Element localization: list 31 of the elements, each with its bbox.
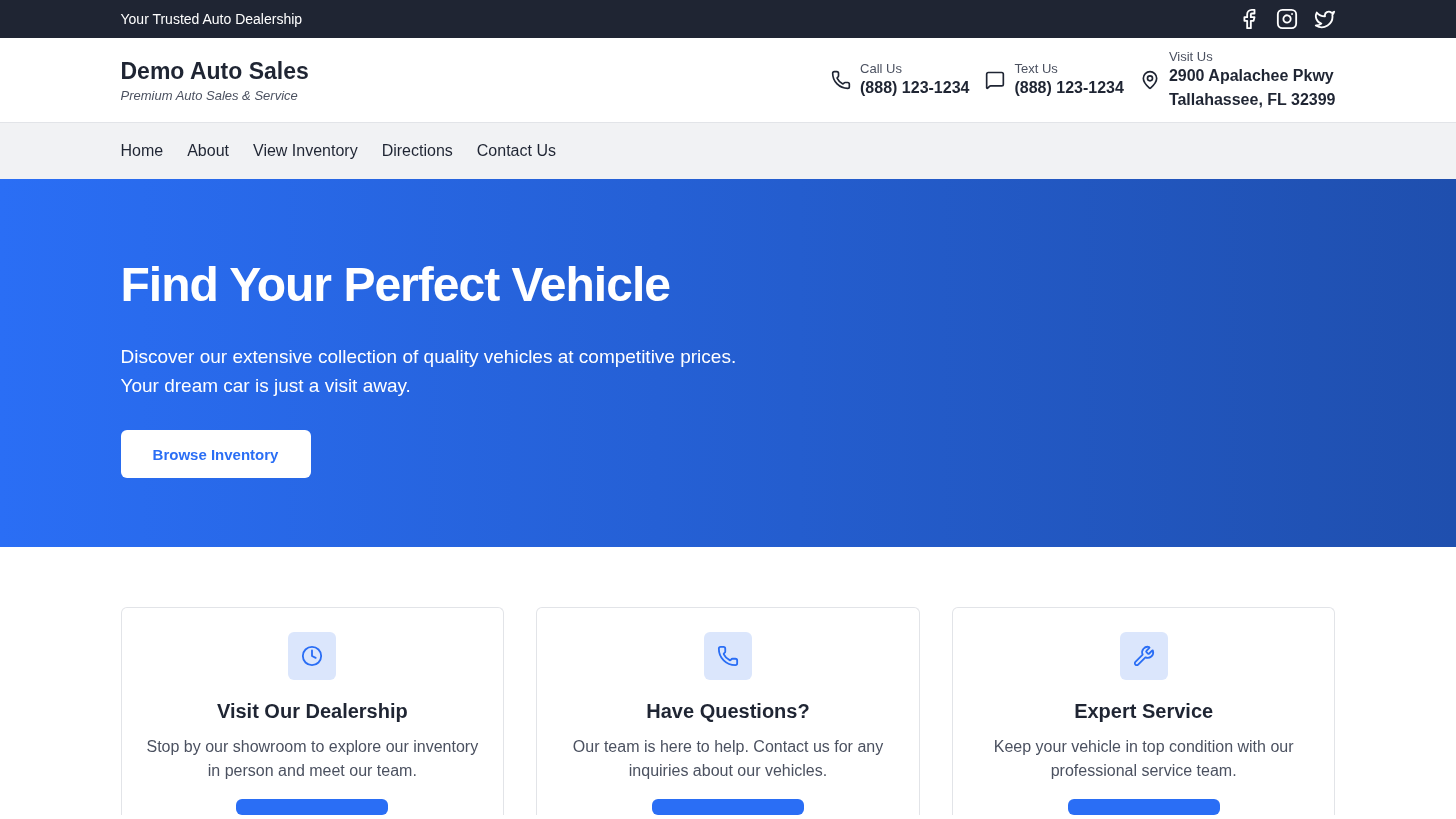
nav-link[interactable]: View Inventory bbox=[253, 142, 358, 160]
card-text: Stop by our showroom to explore our inventory in person and meet our team. bbox=[145, 737, 480, 781]
hero-title: Find Your Perfect Vehicle bbox=[120, 257, 670, 312]
nav-link[interactable]: Contact Us bbox=[476, 142, 556, 160]
chat-bubble-icon bbox=[985, 70, 1006, 90]
twitter-icon[interactable] bbox=[1313, 8, 1336, 30]
nav-link[interactable]: Directions bbox=[381, 142, 453, 160]
contact-label: Text Us bbox=[1014, 60, 1059, 76]
phone-icon bbox=[831, 70, 852, 90]
card-text: Keep your vehicle in top condition with our professional service team. bbox=[992, 737, 1295, 781]
contact-value: Tallahassee, FL 32399 bbox=[1168, 89, 1336, 110]
card-title: Have Questions? bbox=[646, 700, 810, 723]
contact-label: Visit Us bbox=[1168, 48, 1214, 64]
clock-icon bbox=[288, 632, 337, 680]
nav-link[interactable]: About bbox=[187, 142, 229, 160]
hero-text: Discover our extensive collection of quality vehicles at competitive prices. Your dream car is just a visit away. bbox=[120, 345, 737, 398]
browse-inventory-button[interactable]: Browse Inventory bbox=[120, 430, 311, 478]
card-title: Expert Service bbox=[1074, 700, 1214, 723]
brand-subtitle: Premium Auto Sales & Service bbox=[120, 87, 299, 103]
contact-value: (888) 123-1234 bbox=[860, 77, 970, 98]
tagline: Your Trusted Auto Dealership bbox=[120, 11, 303, 27]
wrench-icon bbox=[1119, 632, 1168, 680]
nav-link[interactable]: Home bbox=[120, 142, 164, 160]
phone-icon bbox=[704, 632, 752, 680]
card-text: Our team is here to help. Contact us for any inquiries about our vehicles. bbox=[571, 737, 885, 781]
brand-name[interactable]: Demo Auto Sales bbox=[120, 57, 309, 85]
contact-value: (888) 123-1234 bbox=[1014, 77, 1124, 98]
instagram-icon[interactable] bbox=[1275, 8, 1298, 30]
contact-value: 2900 Apalachee Pkwy bbox=[1168, 65, 1335, 86]
contact-label: Call Us bbox=[860, 60, 903, 76]
card-title: Visit Our Dealership bbox=[216, 700, 408, 723]
